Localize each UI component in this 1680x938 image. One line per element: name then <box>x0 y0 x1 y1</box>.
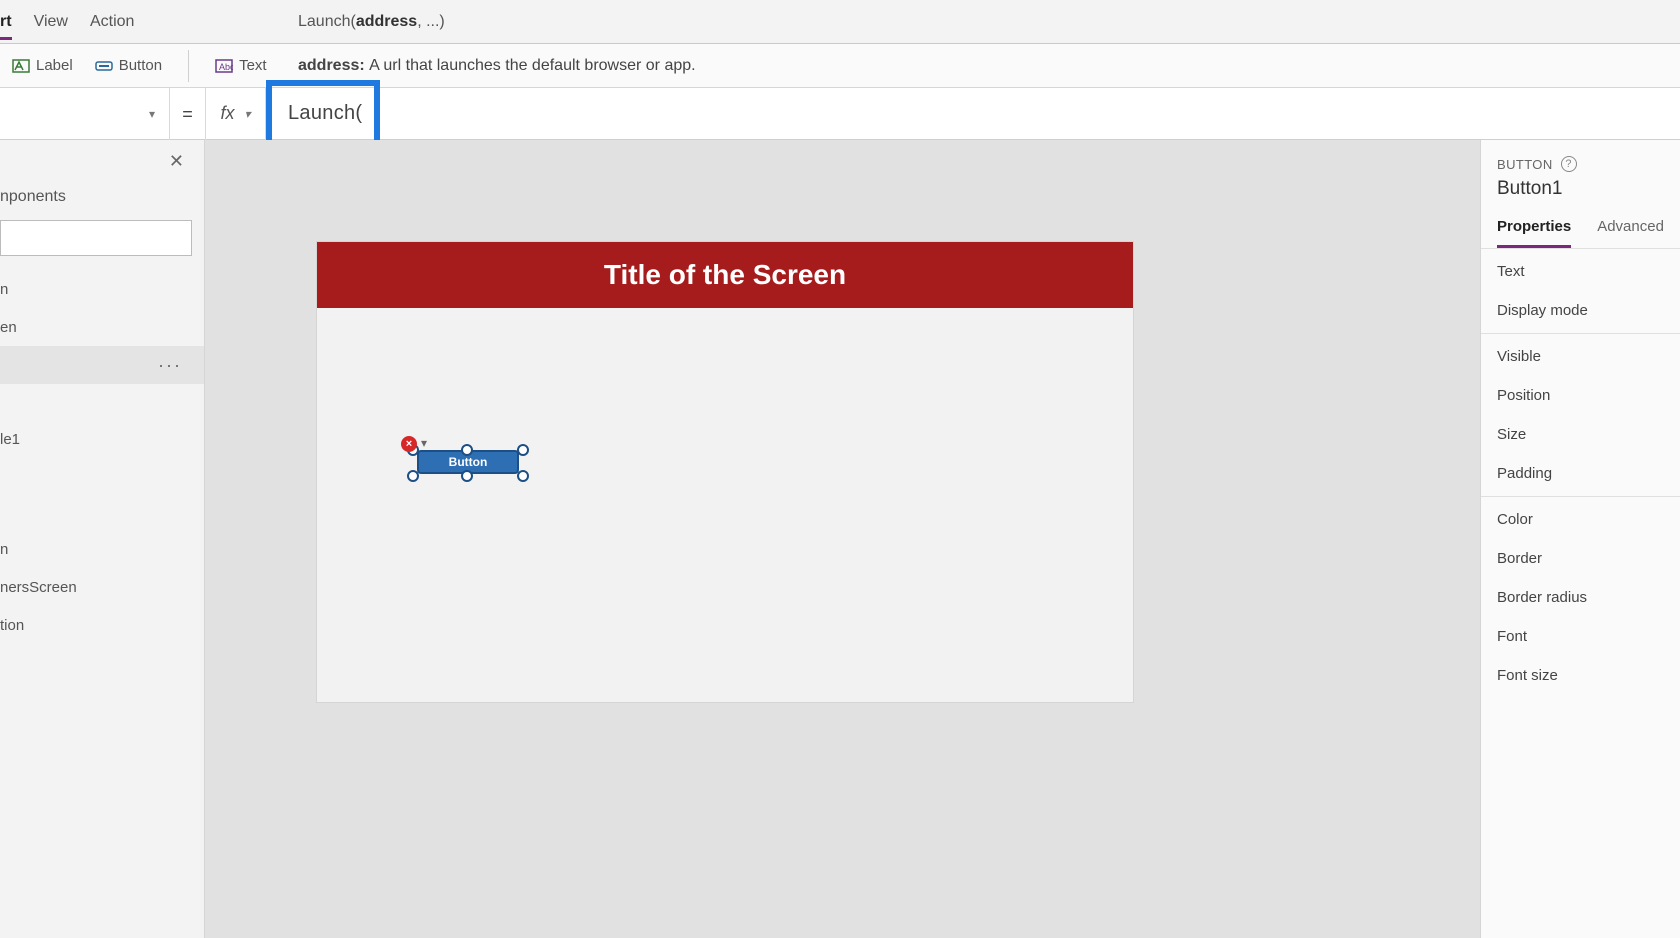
tree-spacer <box>0 384 204 420</box>
tree-view-pane: ✕ nponents n en ··· le1 n nersScreen tio… <box>0 140 205 938</box>
resize-handle[interactable] <box>517 444 529 456</box>
intellisense-signature: Launch(address, ...) <box>284 0 1680 43</box>
chevron-down-icon: ▾ <box>244 107 250 121</box>
tree-item[interactable]: le1 <box>0 420 204 458</box>
ribbon-item-button[interactable]: Button <box>95 57 162 75</box>
prop-color[interactable]: Color <box>1497 511 1664 528</box>
prop-display-mode[interactable]: Display mode <box>1497 302 1664 319</box>
resize-handle[interactable] <box>517 470 529 482</box>
signature-suffix: , ...) <box>417 13 445 30</box>
canvas[interactable]: Title of the Screen Button × ▾ <box>205 140 1480 938</box>
tree-item-label: n <box>0 541 8 558</box>
formula-input[interactable]: Launch( <box>266 102 362 125</box>
resize-handle[interactable] <box>461 470 473 482</box>
menu-tab-view[interactable]: View <box>34 3 68 40</box>
resize-handle[interactable] <box>461 444 473 456</box>
tree-item-label: tion <box>0 617 24 634</box>
prop-padding[interactable]: Padding <box>1497 465 1664 482</box>
tree-tab-components[interactable]: nponents <box>0 182 204 212</box>
properties-header: BUTTON ? Button1 <box>1481 140 1680 204</box>
ribbon-bar: Label Button Abc Text address: A url tha… <box>0 44 1680 88</box>
tree-item-label: n <box>0 281 8 298</box>
properties-list: Visible Position Size Padding <box>1481 334 1680 496</box>
fx-icon: fx <box>220 103 234 124</box>
equals-label: = <box>170 88 206 140</box>
screen-preview[interactable]: Title of the Screen Button × ▾ <box>317 242 1133 702</box>
prop-font-size[interactable]: Font size <box>1497 667 1664 684</box>
tree-item[interactable]: tion <box>0 606 204 644</box>
control-type-label: BUTTON <box>1497 157 1553 172</box>
tree-item-label: en <box>0 319 17 336</box>
tree-item[interactable]: n <box>0 530 204 568</box>
signature-current-param: address <box>356 13 417 30</box>
menu-tabs: rt View Action <box>0 0 284 43</box>
param-name: address: <box>298 57 365 75</box>
param-desc: A url that launches the default browser … <box>369 57 695 75</box>
ribbon-text-text: Text <box>239 57 267 74</box>
resize-handle[interactable] <box>407 470 419 482</box>
screen-header-label[interactable]: Title of the Screen <box>317 242 1133 308</box>
ribbon-item-label[interactable]: Label <box>12 57 73 75</box>
properties-list: Color Border Border radius Font Font siz… <box>1481 497 1680 698</box>
menu-tab-insert[interactable]: rt <box>0 3 12 40</box>
prop-border-radius[interactable]: Border radius <box>1497 589 1664 606</box>
close-icon[interactable]: ✕ <box>169 151 184 172</box>
tree-items: n en ··· le1 n nersScreen tion <box>0 270 204 938</box>
ribbon-button-text: Button <box>119 57 162 74</box>
menu-bar: rt View Action Launch(address, ...) <box>0 0 1680 44</box>
tree-spacer <box>0 458 204 494</box>
prop-size[interactable]: Size <box>1497 426 1664 443</box>
selected-control[interactable]: Button × ▾ <box>409 440 527 484</box>
ribbon-separator <box>188 50 189 82</box>
main-area: ✕ nponents n en ··· le1 n nersScreen tio… <box>0 140 1680 938</box>
tree-pane-header: ✕ <box>0 140 204 182</box>
tree-item[interactable]: nersScreen <box>0 568 204 606</box>
text-icon: Abc <box>215 57 233 75</box>
properties-list: Text Display mode <box>1481 249 1680 333</box>
tab-properties[interactable]: Properties <box>1497 218 1571 248</box>
prop-visible[interactable]: Visible <box>1497 348 1664 365</box>
formula-bar: ▾ = fx ▾ Launch( <box>0 88 1680 140</box>
tree-item-label: le1 <box>0 431 20 448</box>
properties-pane: BUTTON ? Button1 Properties Advanced Tex… <box>1480 140 1680 938</box>
button-icon <box>95 57 113 75</box>
tree-search-input[interactable] <box>0 220 192 256</box>
ribbon-item-text[interactable]: Abc Text <box>215 57 267 75</box>
label-icon <box>12 57 30 75</box>
tree-item-selected[interactable]: ··· <box>0 346 204 384</box>
prop-font[interactable]: Font <box>1497 628 1664 645</box>
properties-tabs: Properties Advanced <box>1481 204 1680 249</box>
ribbon-label-text: Label <box>36 57 73 74</box>
tab-advanced[interactable]: Advanced <box>1597 218 1664 248</box>
error-icon[interactable]: × <box>401 436 417 452</box>
fx-button[interactable]: fx ▾ <box>206 88 266 140</box>
chevron-down-icon: ▾ <box>149 107 155 121</box>
chevron-down-icon[interactable]: ▾ <box>421 436 427 450</box>
prop-border[interactable]: Border <box>1497 550 1664 567</box>
menu-tab-action[interactable]: Action <box>90 3 134 40</box>
help-icon[interactable]: ? <box>1561 156 1577 172</box>
formula-input-wrap: Launch( <box>266 88 1680 140</box>
tree-item[interactable]: en <box>0 308 204 346</box>
property-selector[interactable]: ▾ <box>0 88 170 140</box>
tree-spacer <box>0 494 204 530</box>
control-name[interactable]: Button1 <box>1497 178 1664 200</box>
signature-prefix: Launch( <box>298 13 356 30</box>
prop-position[interactable]: Position <box>1497 387 1664 404</box>
svg-text:Abc: Abc <box>219 62 233 72</box>
ribbon-controls: Label Button Abc Text <box>0 44 284 87</box>
tree-item[interactable]: n <box>0 270 204 308</box>
more-icon[interactable]: ··· <box>158 355 182 376</box>
tree-item-label: nersScreen <box>0 579 77 596</box>
intellisense-param-desc: address: A url that launches the default… <box>284 57 1680 75</box>
prop-text[interactable]: Text <box>1497 263 1664 280</box>
